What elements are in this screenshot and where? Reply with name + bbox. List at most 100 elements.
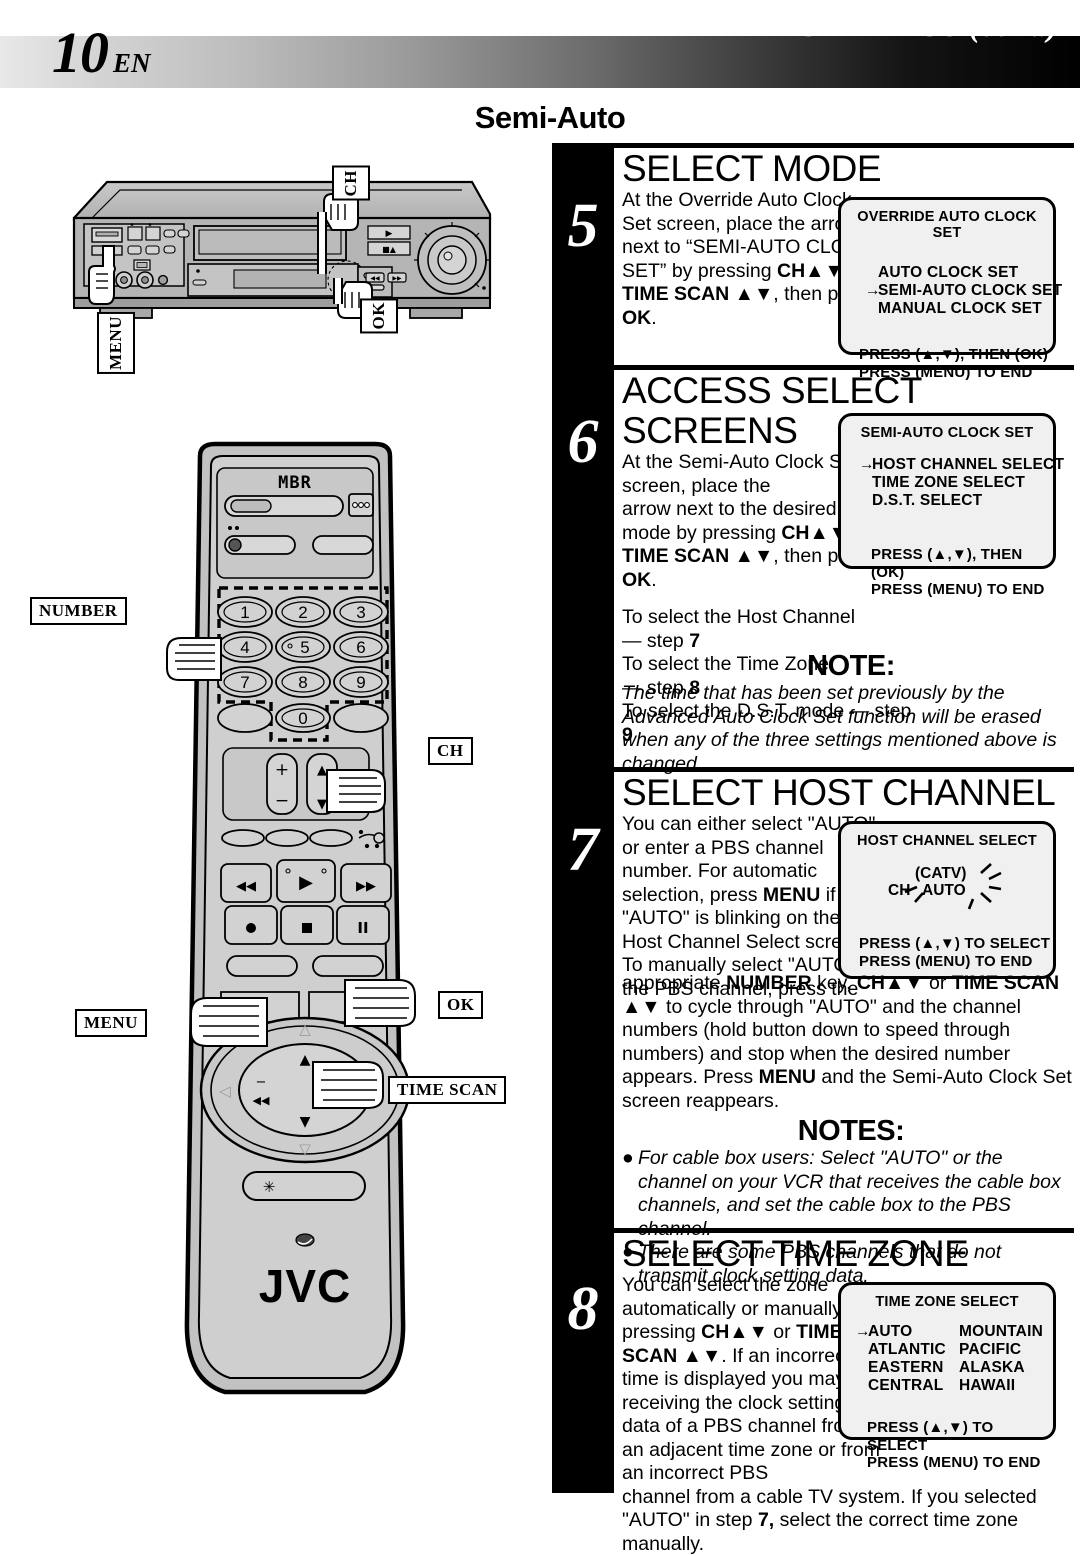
svg-text:▲: ▲ <box>317 763 327 778</box>
osd-override-auto-clock-set: OVERRIDE AUTO CLOCK SET AUTO CLOCK SET →… <box>838 197 1056 355</box>
svg-text:▼: ▼ <box>300 1114 311 1130</box>
step-5-number: 5 <box>552 195 614 257</box>
hand-pointer-ok-remote <box>345 980 415 1026</box>
osd-semi-auto-clock-set: SEMI-AUTO CLOCK SET →HOST CHANNEL SELECT… <box>838 413 1056 569</box>
svg-text:9: 9 <box>356 673 365 692</box>
step-8: 8 SELECT TIME ZONE You can select the zo… <box>552 1228 1080 1493</box>
page-number-value: 10 <box>52 20 108 85</box>
osd-footer-line: PRESS (MENU) TO END <box>871 581 1053 599</box>
svg-text:1: 1 <box>240 603 249 622</box>
svg-text:7: 7 <box>240 673 249 692</box>
step-7: 7 SELECT HOST CHANNEL You can either sel… <box>552 767 1080 972</box>
svg-text:MBR: MBR <box>278 473 312 493</box>
svg-text:5: 5 <box>300 638 309 657</box>
callout-ch-vcr-label: CH <box>341 170 360 197</box>
osd-item: HAWAII <box>959 1377 1043 1395</box>
svg-text:▶▶: ▶▶ <box>356 879 376 894</box>
osd-footer-line: PRESS (▲,▼) TO SELECT <box>859 935 1053 953</box>
section-subtitle: Semi-Auto <box>0 100 1080 136</box>
note-bullet: ● For cable box users: Select "AUTO" or … <box>622 1147 1074 1241</box>
svg-text:■▲: ■▲ <box>382 245 397 254</box>
step-8-number: 8 <box>552 1278 614 1340</box>
svg-text:▶▶: ▶▶ <box>392 275 402 282</box>
hand-pointer-ch-remote <box>327 770 385 812</box>
step-7-continuation: appropriate NUMBER key, CH▲▼ or TIME SCA… <box>552 972 1080 1228</box>
callout-menu-vcr-label: MENU <box>106 316 125 370</box>
note-body: The time that has been set previously by… <box>622 682 1068 776</box>
section-subtitle-text: Semi-Auto <box>475 100 626 136</box>
callout-menu-vcr: MENU <box>97 312 135 374</box>
notes-heading: NOTES: <box>622 1115 1080 1147</box>
hand-pointer-menu-remote <box>191 998 267 1046</box>
osd-footer-line: PRESS (▲,▼) TO SELECT <box>867 1419 1053 1454</box>
osd-title: SEMI-AUTO CLOCK SET <box>841 425 1053 441</box>
callout-ok-remote-label: OK <box>447 995 474 1014</box>
step-7-heading: SELECT HOST CHANNEL <box>622 772 1080 813</box>
instruction-column: 5 SELECT MODE At the Override Auto Clock… <box>552 143 1080 1493</box>
svg-text:8: 8 <box>298 673 307 692</box>
osd-item: MOUNTAIN <box>959 1323 1043 1341</box>
note-heading: NOTE: <box>622 650 1080 682</box>
svg-text:▶: ▶ <box>386 229 393 239</box>
step-8-bar <box>552 1228 614 1493</box>
note-block-step6: NOTE: The time that has been set previou… <box>552 650 1080 767</box>
svg-text:−: − <box>256 1075 267 1090</box>
osd-item-selected: →HOST CHANNEL SELECT <box>859 456 1053 474</box>
osd-footer-line: PRESS (▲,▼), THEN (OK) <box>871 546 1053 581</box>
illustration-column: ▶ ■▲ ◀◀ ▶▶ <box>0 150 540 1460</box>
callout-ch-remote: CH <box>428 737 473 765</box>
callout-menu-remote: MENU <box>75 1009 147 1037</box>
osd-item-selected: →SEMI-AUTO CLOCK SET <box>865 282 1053 300</box>
svg-text:+: + <box>275 760 289 780</box>
svg-text:II: II <box>357 919 368 937</box>
remote-control-illustration: MBR 1 2 3 <box>55 440 525 1440</box>
page-number: 10EN <box>52 24 151 92</box>
osd-title: OVERRIDE AUTO CLOCK SET <box>841 209 1053 241</box>
bullet-dot-icon: ● <box>622 1147 638 1241</box>
step-8-body-wide: channel from a cable TV system. If you s… <box>622 1486 1074 1556</box>
hand-pointer-time-scan <box>313 1062 383 1108</box>
svg-text:2: 2 <box>298 603 307 622</box>
svg-text:▼: ▼ <box>317 797 327 812</box>
step-6-number: 6 <box>552 411 614 473</box>
callout-number-label: NUMBER <box>39 601 118 620</box>
svg-text:6: 6 <box>356 638 365 657</box>
svg-text:◀◀: ◀◀ <box>370 275 380 282</box>
osd-time-zone-select: TIME ZONE SELECT →AUTO ATLANTIC EASTERN … <box>838 1282 1056 1440</box>
svg-text:▶: ▶ <box>299 872 313 893</box>
jvc-logo: JVC <box>259 1260 351 1312</box>
svg-text:0: 0 <box>298 709 307 728</box>
callout-time-scan: TIME SCAN <box>388 1076 506 1104</box>
osd-footer-line: PRESS (▲,▼), THEN (OK) <box>859 346 1053 364</box>
callout-ch-remote-label: CH <box>437 741 464 760</box>
svg-text:△: △ <box>299 1020 311 1038</box>
step-8-heading: SELECT TIME ZONE <box>622 1233 1080 1274</box>
osd-footer-line: PRESS (MENU) TO END <box>867 1454 1053 1472</box>
svg-text:4: 4 <box>240 638 249 657</box>
osd-item: D.S.T. SELECT <box>859 492 1053 510</box>
svg-text:−: − <box>275 791 289 811</box>
svg-text:▲: ▲ <box>300 1052 311 1068</box>
step-5-heading: SELECT MODE <box>622 148 1080 189</box>
svg-text:◀◀: ◀◀ <box>236 879 256 894</box>
language-code: EN <box>113 48 151 78</box>
svg-text:✳: ✳ <box>263 1178 276 1196</box>
step-7-body-wide: appropriate NUMBER key, CH▲▼ or TIME SCA… <box>622 972 1074 1113</box>
svg-text:3: 3 <box>356 603 365 622</box>
osd-item-selected: →AUTO <box>855 1323 959 1341</box>
osd-item: EASTERN <box>855 1359 959 1377</box>
svg-text:▽: ▽ <box>299 1140 311 1158</box>
step-6: 6 ACCESS SELECT SCREENS At the Semi-Auto… <box>552 365 1080 650</box>
osd-item: ATLANTIC <box>855 1341 959 1359</box>
osd-zone-column-left: →AUTO ATLANTIC EASTERN CENTRAL <box>855 1323 959 1395</box>
callout-menu-remote-label: MENU <box>84 1013 138 1032</box>
callout-ok-vcr-label: OK <box>369 302 388 329</box>
step-5: 5 SELECT MODE At the Override Auto Clock… <box>552 143 1080 365</box>
osd-footer-line: PRESS (MENU) TO END <box>859 953 1053 971</box>
hand-pointer-number <box>167 638 221 680</box>
osd-item: CENTRAL <box>855 1377 959 1395</box>
svg-text:◀◀: ◀◀ <box>253 1094 270 1107</box>
note-bullet-text: For cable box users: Select "AUTO" or th… <box>638 1147 1074 1241</box>
blinking-rays-icon <box>877 859 1027 911</box>
step-7-cont-bar <box>552 972 614 1228</box>
